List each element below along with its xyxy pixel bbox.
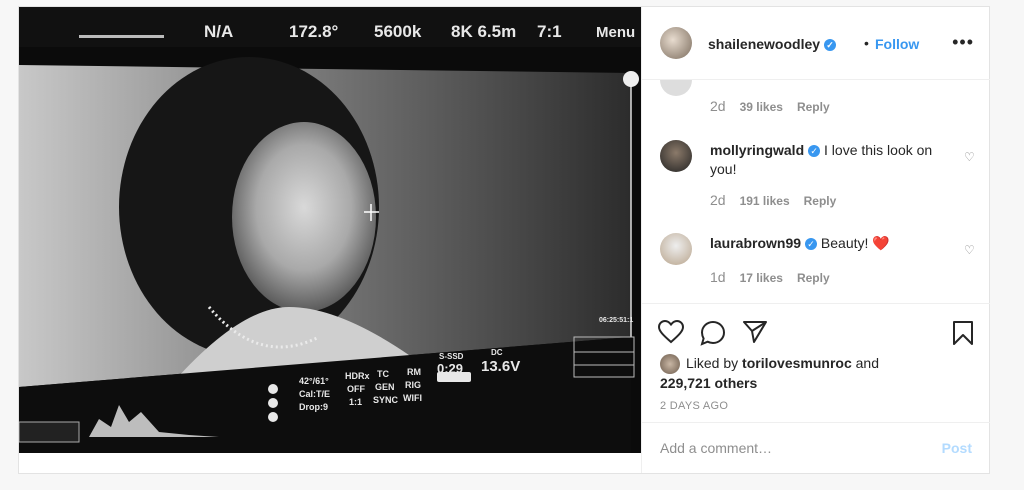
more-options-icon[interactable]: •••: [952, 32, 974, 53]
verified-badge-icon: ✓: [805, 238, 818, 251]
share-icon[interactable]: [742, 320, 768, 344]
comments-list[interactable]: 2d 39 likes Reply mollyringwald ✓ I love th…: [642, 80, 990, 302]
comment-avatar[interactable]: [660, 233, 692, 265]
comment-input[interactable]: [658, 439, 922, 457]
hud-shutter: 172.8°: [289, 22, 339, 41]
liker-username[interactable]: torilovesmunroc: [742, 355, 852, 371]
comment-meta: 1d 17 likes Reply: [710, 269, 830, 285]
comment-time: 2d: [710, 98, 726, 114]
comment-avatar[interactable]: [660, 80, 692, 96]
instagram-post: N/A 172.8° 5600k 8K 6.5m 7:1 Menu 42°/61…: [18, 6, 990, 474]
comment-meta: 2d 191 likes Reply: [710, 192, 836, 208]
post-comment-button[interactable]: Post: [942, 440, 972, 456]
hud-rm: RM: [407, 367, 421, 377]
hud-white-balance: 5600k: [374, 22, 422, 41]
hud-tc: TC: [377, 369, 389, 379]
camera-monitor-image: N/A 172.8° 5600k 8K 6.5m 7:1 Menu 42°/61…: [19, 7, 641, 453]
post-header: shailenewoodley ✓ • Follow •••: [642, 7, 990, 80]
reply-button[interactable]: Reply: [797, 100, 830, 114]
verified-badge-icon: ✓: [808, 145, 821, 158]
hud-drop: Drop:9: [299, 402, 328, 412]
heart-icon[interactable]: [658, 320, 684, 344]
hud-ratio: 1:1: [349, 397, 362, 407]
comment-text: Beauty! ❤️: [820, 235, 890, 251]
reply-button[interactable]: Reply: [804, 194, 837, 208]
hud-hdrx: HDRx: [345, 371, 370, 381]
post-sidebar: shailenewoodley ✓ • Follow ••• 2d 39 likes…: [641, 7, 990, 473]
hud-timecode: 06:25:51:1: [599, 317, 633, 324]
comment-avatar[interactable]: [660, 140, 692, 172]
comment-body: mollyringwald ✓ I love this look on you!: [710, 141, 950, 179]
hud-hdrx-value: OFF: [347, 384, 365, 394]
hud-gen: GEN: [375, 382, 395, 392]
add-comment-bar: Post: [642, 422, 990, 475]
hud-angle: 42°/61°: [299, 376, 329, 386]
comment-username[interactable]: laurabrown99: [710, 235, 801, 251]
reply-button[interactable]: Reply: [797, 271, 830, 285]
hud-dc: DC: [491, 348, 503, 357]
hud-sync: SYNC: [373, 395, 399, 405]
hud-menu: Menu: [596, 24, 635, 41]
liked-by-and: and: [855, 355, 879, 371]
comment-time: 1d: [710, 269, 726, 285]
liker-avatar[interactable]: [660, 354, 680, 375]
comment-meta: 2d 39 likes Reply: [710, 98, 830, 114]
post-timestamp: 2 DAYS AGO: [660, 400, 729, 412]
likes-summary: Liked by torilovesmunroc and 229,721 oth…: [660, 354, 879, 393]
hud-ssd-value: 0:29: [437, 361, 463, 376]
comment-icon[interactable]: [700, 320, 726, 346]
author-avatar[interactable]: [660, 27, 692, 59]
hud-voltage: 13.6V: [481, 358, 520, 375]
comment-username[interactable]: mollyringwald: [710, 142, 804, 158]
comment-likes[interactable]: 17 likes: [740, 271, 783, 285]
comment-likes[interactable]: 39 likes: [740, 100, 783, 114]
comment-time: 2d: [710, 192, 726, 208]
author-username-wrap[interactable]: shailenewoodley ✓: [708, 36, 837, 52]
hud-na: N/A: [204, 22, 233, 41]
hud-ssd: S-SSD: [439, 352, 464, 361]
author-username[interactable]: shailenewoodley: [708, 36, 820, 52]
hud-rig: RIG: [405, 380, 421, 390]
separator-dot: •: [864, 35, 869, 51]
hud-cal: Cal:T/E: [299, 389, 330, 399]
hud-resolution: 8K 6.5m: [451, 22, 516, 41]
like-comment-heart-icon[interactable]: ♡: [964, 243, 976, 257]
comment-body: laurabrown99 ✓ Beauty! ❤️: [710, 234, 950, 253]
follow-button[interactable]: Follow: [875, 36, 919, 52]
post-actions: Liked by torilovesmunroc and 229,721 oth…: [642, 303, 990, 434]
bookmark-icon[interactable]: [952, 320, 974, 346]
post-photo[interactable]: N/A 172.8° 5600k 8K 6.5m 7:1 Menu 42°/61…: [19, 7, 641, 453]
hud-compression: 7:1: [537, 22, 562, 41]
likes-count[interactable]: 229,721 others: [660, 375, 757, 391]
verified-badge-icon: ✓: [824, 39, 837, 52]
liked-by-prefix: Liked by: [686, 355, 739, 371]
comment-likes[interactable]: 191 likes: [740, 194, 790, 208]
like-comment-heart-icon[interactable]: ♡: [964, 150, 976, 164]
hud-wifi: WIFI: [403, 393, 422, 403]
